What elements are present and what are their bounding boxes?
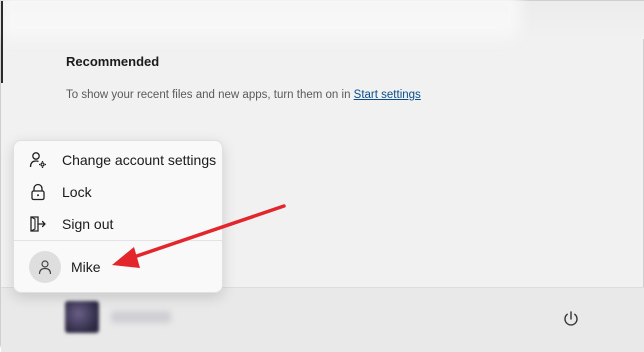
menu-divider — [14, 240, 222, 241]
left-edge-line — [1, 1, 3, 83]
menu-item-lock[interactable]: Lock — [20, 177, 218, 207]
blurred-top-card — [1, 0, 521, 39]
user-avatar-blurred[interactable] — [65, 301, 99, 333]
menu-item-change-account-settings[interactable]: Change account settings — [20, 145, 218, 175]
sign-out-icon — [28, 214, 48, 234]
account-switch-mike[interactable]: Mike — [20, 248, 218, 286]
menu-item-label: Sign out — [62, 216, 114, 232]
recommended-description: To show your recent files and new apps, … — [66, 89, 354, 101]
lock-icon — [28, 182, 48, 202]
person-gear-icon — [28, 150, 48, 170]
account-menu: Change account settings Lock Sign out Mi… — [13, 140, 223, 293]
avatar — [29, 251, 61, 283]
start-settings-link[interactable]: Start settings — [354, 89, 421, 101]
recommended-text: To show your recent files and new apps, … — [66, 89, 421, 101]
recommended-title: Recommended — [66, 54, 160, 69]
power-icon — [564, 311, 578, 326]
menu-item-sign-out[interactable]: Sign out — [20, 209, 218, 239]
menu-item-label: Change account settings — [62, 152, 217, 168]
power-button[interactable] — [558, 306, 584, 332]
person-icon — [38, 260, 52, 275]
user-name-blurred — [111, 311, 171, 323]
menu-item-label: Lock — [62, 184, 92, 200]
account-name: Mike — [71, 259, 101, 275]
